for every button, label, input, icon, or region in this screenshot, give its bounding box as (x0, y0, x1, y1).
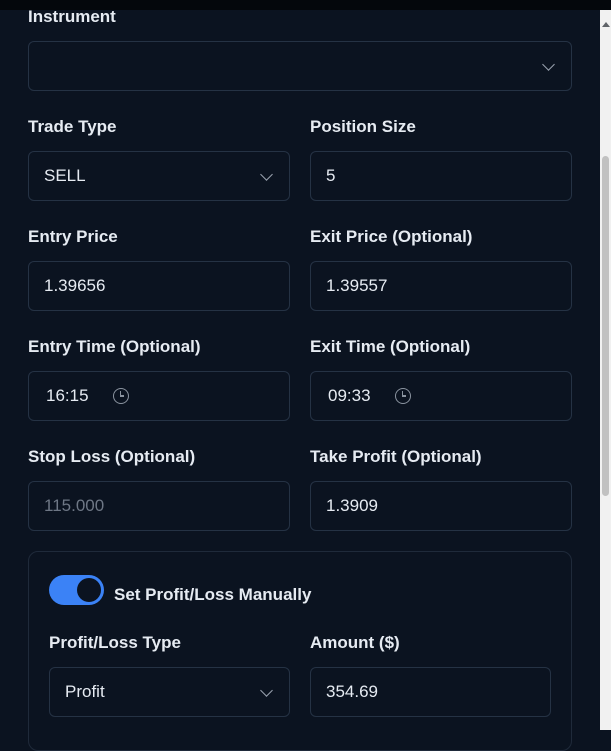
entry-time-value: 16:15 (46, 386, 89, 405)
toggle-knob (77, 578, 101, 602)
exit-time-input[interactable]: 09:33 (310, 371, 572, 421)
entry-price-input[interactable]: 1.39656 (28, 261, 290, 311)
scrollbar[interactable] (600, 10, 611, 730)
entry-time-input[interactable]: 16:15 (28, 371, 290, 421)
stop-loss-label: Stop Loss (Optional) (28, 447, 196, 466)
pl-type-label: Profit/Loss Type (49, 633, 181, 652)
chevron-down-icon (542, 58, 555, 71)
manual-pl-toggle[interactable] (49, 575, 104, 605)
take-profit-value: 1.3909 (326, 496, 378, 515)
trade-type-label: Trade Type (28, 117, 117, 136)
trade-type-value: SELL (44, 166, 86, 185)
exit-price-value: 1.39557 (326, 276, 388, 295)
exit-time-value: 09:33 (328, 386, 371, 405)
clock-icon[interactable] (394, 388, 411, 404)
amount-value: 354.69 (326, 682, 378, 701)
entry-time-label: Entry Time (Optional) (28, 337, 201, 356)
pl-type-value: Profit (65, 682, 105, 701)
exit-time-label: Exit Time (Optional) (310, 337, 471, 356)
scroll-up-arrow-icon[interactable] (602, 22, 610, 27)
amount-label: Amount ($) (310, 633, 400, 652)
stop-loss-input[interactable]: 115.000 (28, 481, 290, 531)
position-size-value: 5 (326, 166, 336, 185)
scrollbar-thumb[interactable] (602, 156, 609, 496)
take-profit-label: Take Profit (Optional) (310, 447, 482, 466)
exit-price-label: Exit Price (Optional) (310, 227, 473, 246)
take-profit-input[interactable]: 1.3909 (310, 481, 572, 531)
entry-price-label: Entry Price (28, 227, 118, 246)
chevron-down-icon (260, 684, 273, 697)
instrument-label: Instrument (28, 7, 116, 26)
clock-icon[interactable] (112, 388, 129, 404)
stop-loss-placeholder: 115.000 (44, 496, 105, 515)
chevron-down-icon (260, 168, 273, 181)
manual-pl-toggle-label: Set Profit/Loss Manually (114, 585, 312, 604)
exit-price-input[interactable]: 1.39557 (310, 261, 572, 311)
trade-type-select[interactable]: SELL (28, 151, 290, 201)
position-size-label: Position Size (310, 117, 416, 136)
instrument-select[interactable] (28, 41, 572, 91)
pl-type-select[interactable]: Profit (49, 667, 290, 717)
entry-price-value: 1.39656 (44, 276, 106, 295)
position-size-input[interactable]: 5 (310, 151, 572, 201)
amount-input[interactable]: 354.69 (310, 667, 551, 717)
